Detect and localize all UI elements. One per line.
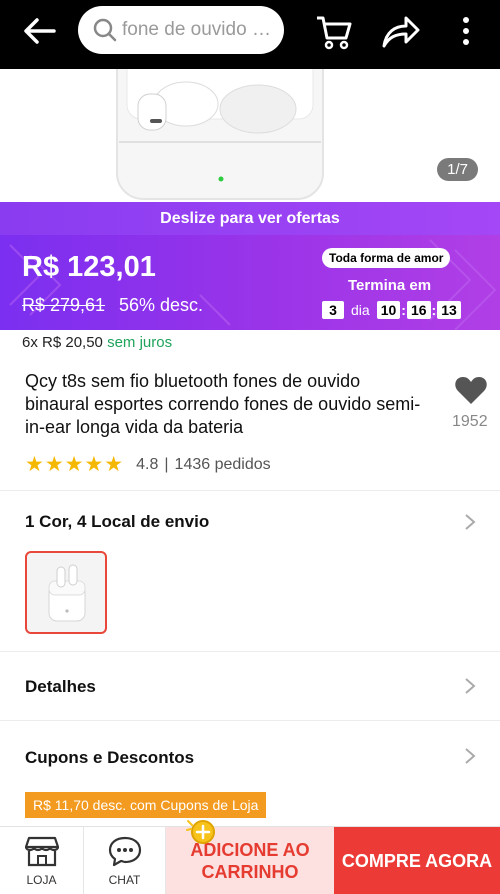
variant-image — [48, 564, 86, 622]
add-to-cart-line2: CARRINHO — [201, 862, 299, 882]
coin-icon — [186, 820, 215, 844]
campaign-tag: Toda forma de amor — [322, 248, 451, 268]
swipe-offers-banner[interactable]: Deslize para ver ofertas — [0, 202, 500, 235]
rating-value: 4.8 — [136, 455, 159, 473]
divider — [0, 490, 500, 491]
product-image — [116, 69, 324, 200]
chevron-right-icon[interactable] — [464, 747, 476, 765]
image-counter: 1/7 — [437, 158, 478, 181]
countdown-days: 3 — [322, 301, 344, 319]
flash-offer-banner: R$ 123,01 R$ 279,61 56% desc. Toda forma… — [0, 235, 500, 330]
variants-row-label[interactable]: 1 Cor, 4 Local de envio — [25, 512, 209, 532]
rating-separator: | — [164, 455, 169, 473]
ends-in-label: Termina em — [348, 277, 432, 294]
store-coupon-badge[interactable]: R$ 11,70 desc. com Cupons de Loja — [25, 792, 267, 818]
chat-label: CHAT — [108, 873, 141, 887]
product-image-gallery[interactable]: 1/7 — [0, 69, 500, 202]
search-input[interactable]: fone de ouvido b... — [78, 6, 284, 54]
store-button[interactable]: LOJA — [0, 827, 84, 894]
bottom-action-bar: LOJA CHAT ADICIONE AO CARRINHO COMPRE AG… — [0, 826, 500, 894]
search-placeholder: fone de ouvido b... — [122, 19, 278, 40]
star-rating-icon: ★★★★★ — [25, 453, 125, 476]
chevron-right-icon[interactable] — [464, 677, 476, 695]
countdown-separator: : — [401, 302, 406, 318]
share-icon[interactable] — [380, 14, 420, 50]
cart-icon[interactable] — [314, 12, 354, 52]
countdown-hours: 10 — [376, 301, 401, 319]
installment-text: 6x R$ 20,50 — [22, 334, 103, 351]
discount-percent: 56% desc. — [119, 295, 204, 315]
coupons-row-label[interactable]: Cupons e Descontos — [25, 748, 194, 768]
back-arrow-icon[interactable] — [20, 14, 60, 48]
more-vertical-icon[interactable] — [455, 14, 477, 48]
store-label: LOJA — [26, 873, 57, 887]
search-icon — [93, 18, 117, 42]
rating-summary: ★★★★★ 4.8 | 1436 pedidos — [25, 452, 271, 477]
countdown-days-label: dia — [351, 302, 370, 318]
buy-now-button[interactable]: COMPRE AGORA — [334, 827, 500, 894]
countdown-minutes: 16 — [406, 301, 431, 319]
product-title: Qcy t8s sem fio bluetooth fones de ouvid… — [25, 371, 421, 437]
wishlist-count: 1952 — [452, 413, 488, 430]
countdown-seconds: 13 — [437, 301, 461, 319]
details-row-label[interactable]: Detalhes — [25, 677, 96, 697]
countdown-separator: : — [431, 302, 437, 318]
chat-icon — [108, 836, 142, 867]
divider — [0, 651, 500, 652]
chat-button[interactable]: CHAT — [84, 827, 166, 894]
heart-icon[interactable] — [454, 375, 488, 405]
countdown-timer: 3 dia 10 : 16 : 13 — [322, 301, 461, 319]
offer-price: R$ 123,01 — [22, 251, 156, 283]
original-price: R$ 279,61 — [22, 295, 106, 315]
store-icon — [25, 836, 59, 867]
interest-free-label: sem juros — [107, 334, 173, 351]
top-app-bar: fone de ouvido b... — [0, 0, 500, 69]
variant-thumbnail[interactable] — [25, 551, 107, 634]
divider — [0, 720, 500, 721]
chevron-right-icon[interactable] — [464, 513, 476, 531]
orders-count: 1436 pedidos — [174, 455, 271, 473]
installment-info: 6x R$ 20,50 sem juros — [22, 334, 172, 351]
